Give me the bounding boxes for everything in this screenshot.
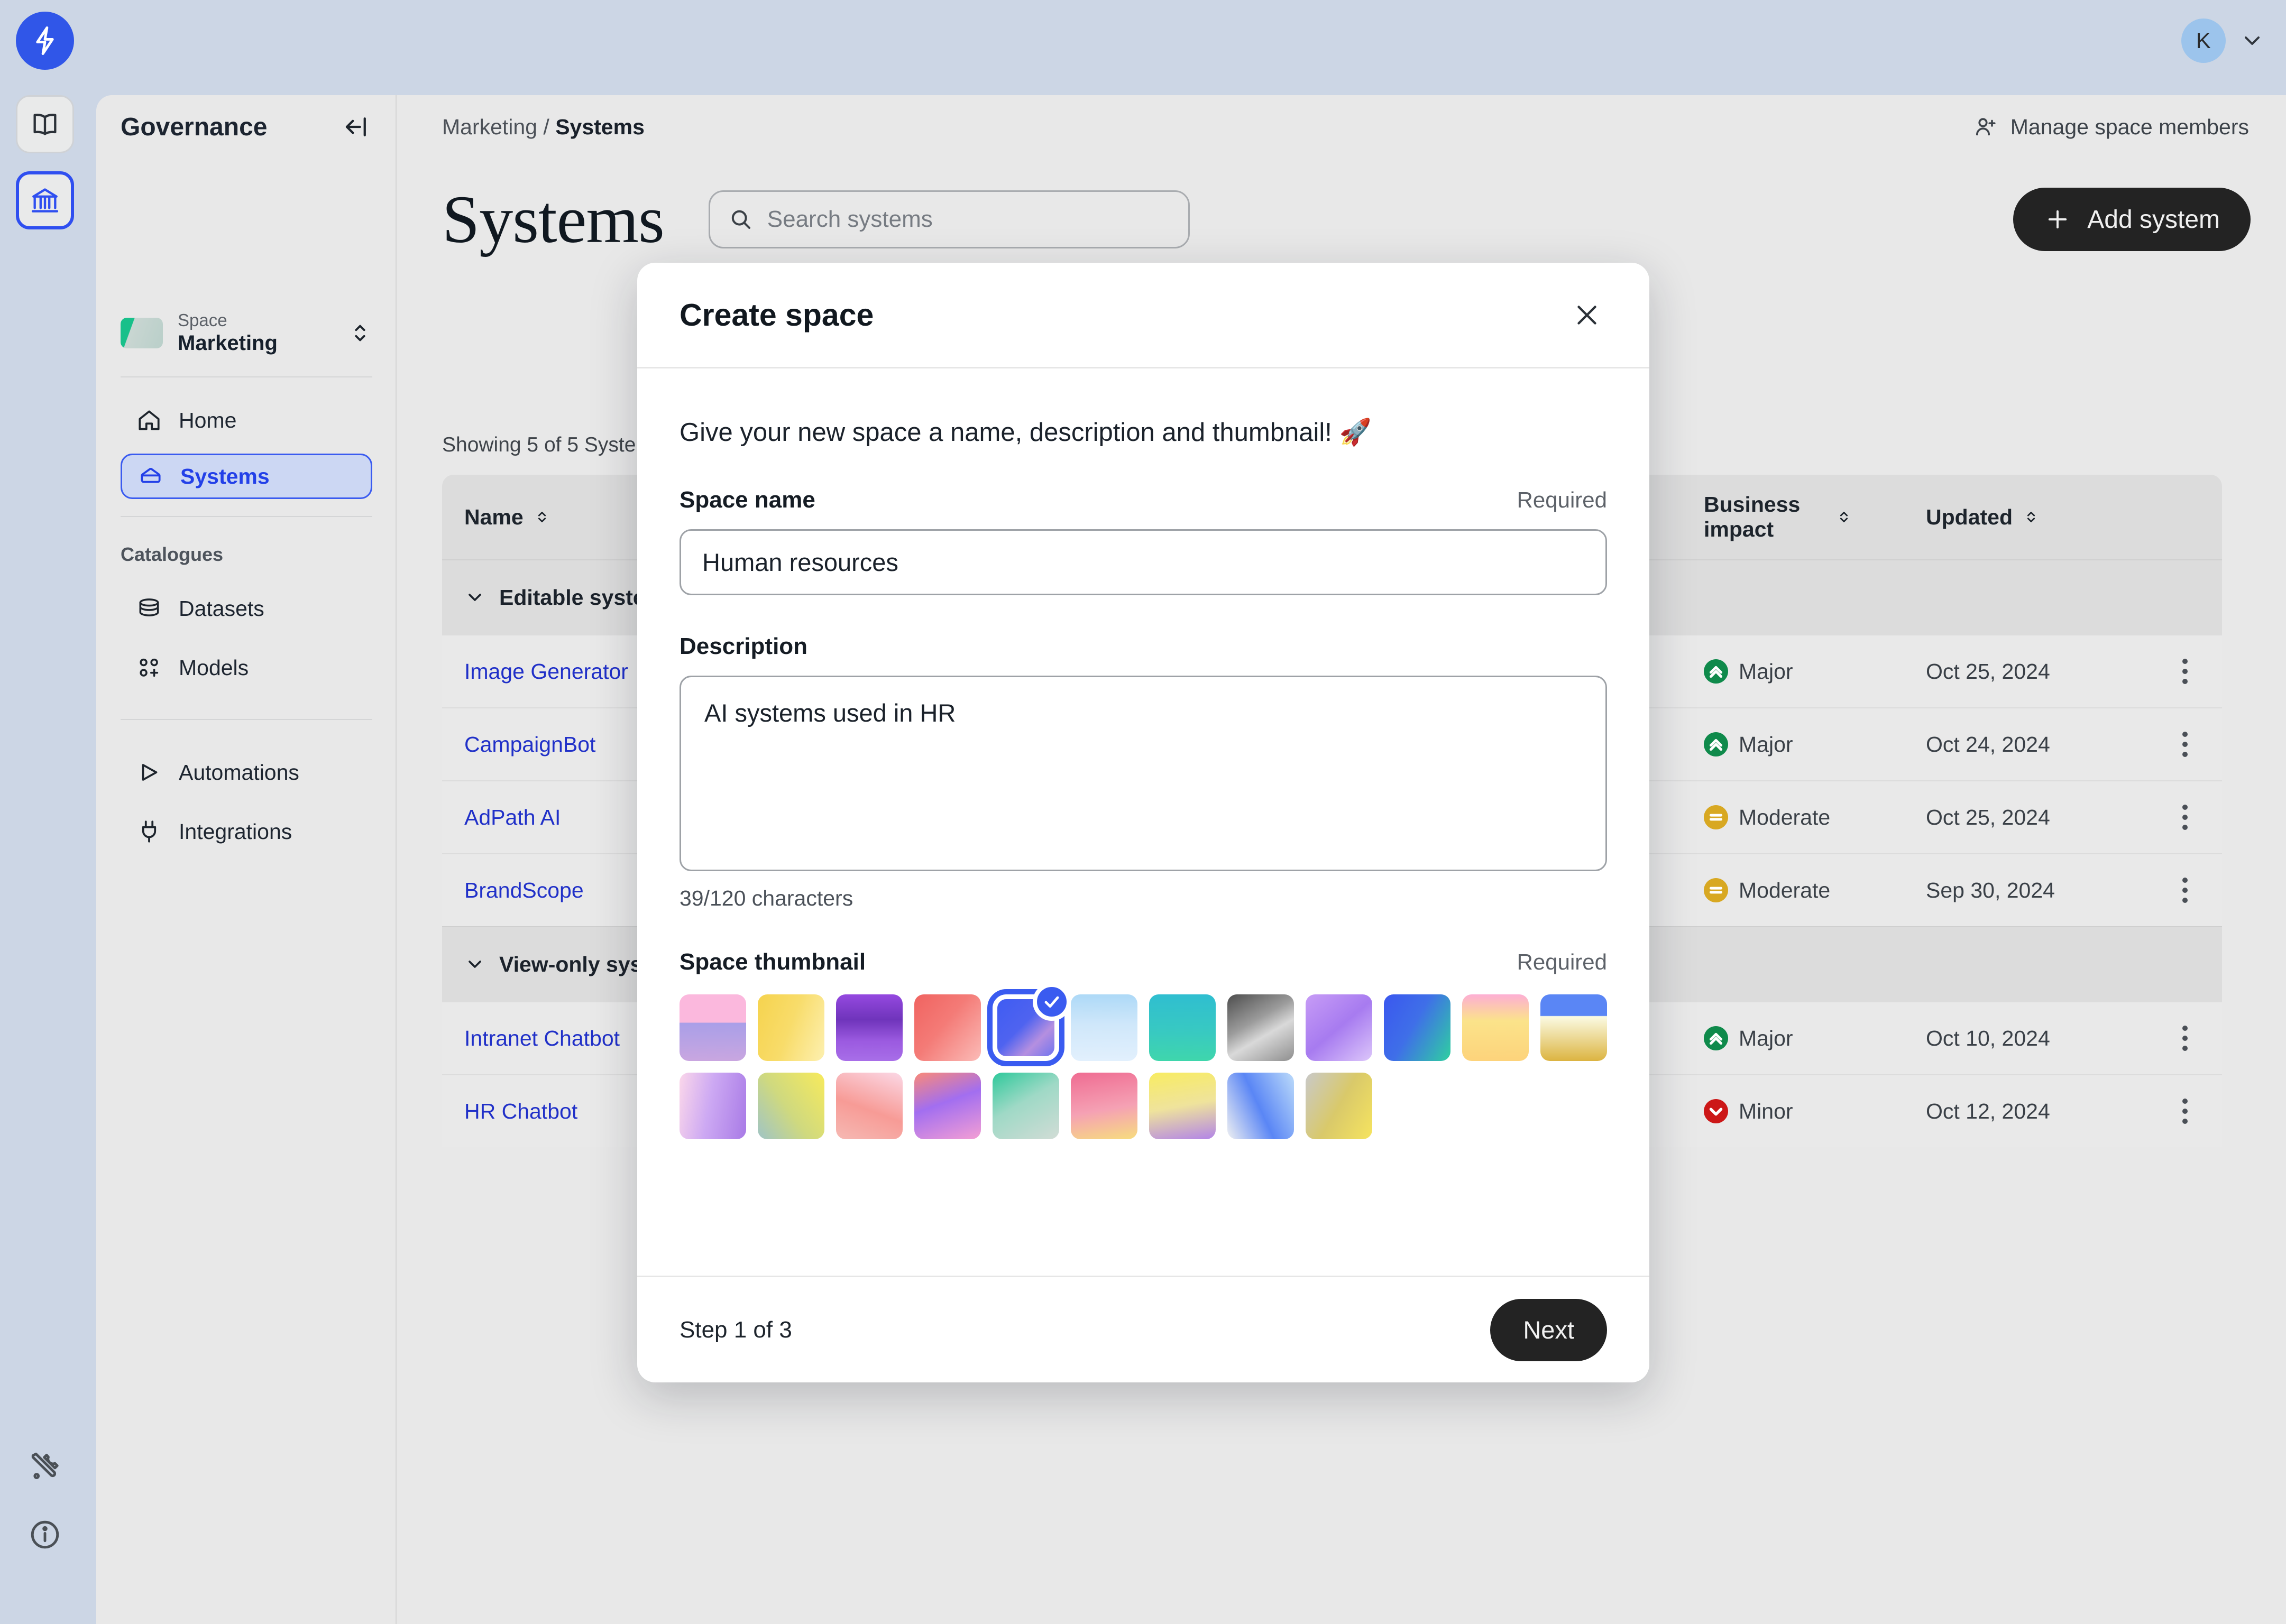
thumbnail-swatch (836, 994, 903, 1061)
thumbnail-option[interactable] (836, 994, 903, 1061)
thumbnail-swatch (680, 994, 746, 1061)
create-space-modal: Create space Give your new space a name,… (637, 263, 1649, 1382)
thumbnail-swatch (1227, 994, 1294, 1061)
thumbnail-option[interactable] (836, 1073, 903, 1139)
modal-header: Create space (637, 263, 1649, 368)
thumbnail-option[interactable] (993, 1073, 1059, 1139)
thumbnail-swatch (758, 1073, 824, 1139)
thumbnail-option[interactable] (1306, 994, 1372, 1061)
thumbnail-option[interactable] (758, 1073, 824, 1139)
thumbnail-swatch (836, 1073, 903, 1139)
thumbnail-swatch (1149, 994, 1216, 1061)
close-icon (1577, 305, 1596, 325)
space-name-label: Space name (680, 487, 815, 513)
modal-title: Create space (680, 297, 874, 333)
thumbnail-option[interactable] (1227, 994, 1294, 1061)
thumbnail-swatch (1306, 994, 1372, 1061)
thumbnail-swatch (758, 994, 824, 1061)
thumbnail-swatch (1540, 994, 1607, 1061)
thumbnail-swatch (680, 1073, 746, 1139)
thumbnail-option[interactable] (914, 994, 981, 1061)
thumbnail-option[interactable] (1540, 994, 1607, 1061)
description-label-row: Description (680, 633, 1607, 660)
step-indicator: Step 1 of 3 (680, 1316, 792, 1343)
thumbnail-label-row: Space thumbnail Required (680, 949, 1607, 975)
thumbnail-label: Space thumbnail (680, 949, 866, 975)
thumbnail-option[interactable] (1071, 1073, 1137, 1139)
thumbnail-swatch (1227, 1073, 1294, 1139)
description-field: Description AI systems used in HR 39/120… (680, 633, 1607, 911)
description-label: Description (680, 633, 808, 659)
thumbnail-swatch (914, 994, 981, 1061)
character-counter: 39/120 characters (680, 886, 853, 910)
thumbnail-option[interactable] (1306, 1073, 1372, 1139)
modal-overlay: Create space Give your new space a name,… (0, 0, 2286, 1624)
modal-footer: Step 1 of 3 Next (637, 1276, 1649, 1382)
thumbnail-option[interactable] (1149, 1073, 1216, 1139)
next-button[interactable]: Next (1490, 1298, 1607, 1361)
space-name-input[interactable]: Human resources (680, 529, 1607, 595)
description-input[interactable]: AI systems used in HR (680, 676, 1607, 871)
thumbnail-option[interactable] (758, 994, 824, 1061)
thumbnail-swatch (914, 1073, 981, 1139)
space-name-required-badge: Required (1517, 487, 1607, 512)
modal-intro-text: Give your new space a name, description … (680, 418, 1372, 447)
thumbnail-option[interactable] (987, 983, 1071, 1066)
thumbnail-option[interactable] (1227, 1073, 1294, 1139)
thumbnail-option[interactable] (1149, 994, 1216, 1061)
thumbnail-swatch (1071, 994, 1137, 1061)
thumbnail-option[interactable] (680, 994, 746, 1061)
thumbnail-option[interactable] (1384, 994, 1450, 1061)
thumbnail-option[interactable] (914, 1073, 981, 1139)
thumbnail-option[interactable] (680, 1073, 746, 1139)
thumbnail-option[interactable] (1462, 994, 1529, 1061)
thumbnail-option[interactable] (1071, 994, 1137, 1061)
thumbnail-required-badge: Required (1517, 949, 1607, 974)
thumbnail-swatch (1462, 994, 1529, 1061)
modal-close-button[interactable] (1567, 295, 1607, 335)
space-name-label-row: Space name Required (680, 487, 1607, 513)
app-root: K Governance Space Marketing Home System… (0, 0, 2286, 1624)
modal-body: Give your new space a name, description … (637, 368, 1649, 1276)
thumbnail-grid (680, 983, 1607, 1139)
thumbnail-swatch (993, 1073, 1059, 1139)
thumbnail-swatch (1384, 994, 1450, 1061)
check-icon (1033, 983, 1071, 1021)
thumbnail-swatch (1306, 1073, 1372, 1139)
thumbnail-swatch (1149, 1073, 1216, 1139)
thumbnail-section: Space thumbnail Required (680, 949, 1607, 1139)
thumbnail-swatch (1071, 1073, 1137, 1139)
